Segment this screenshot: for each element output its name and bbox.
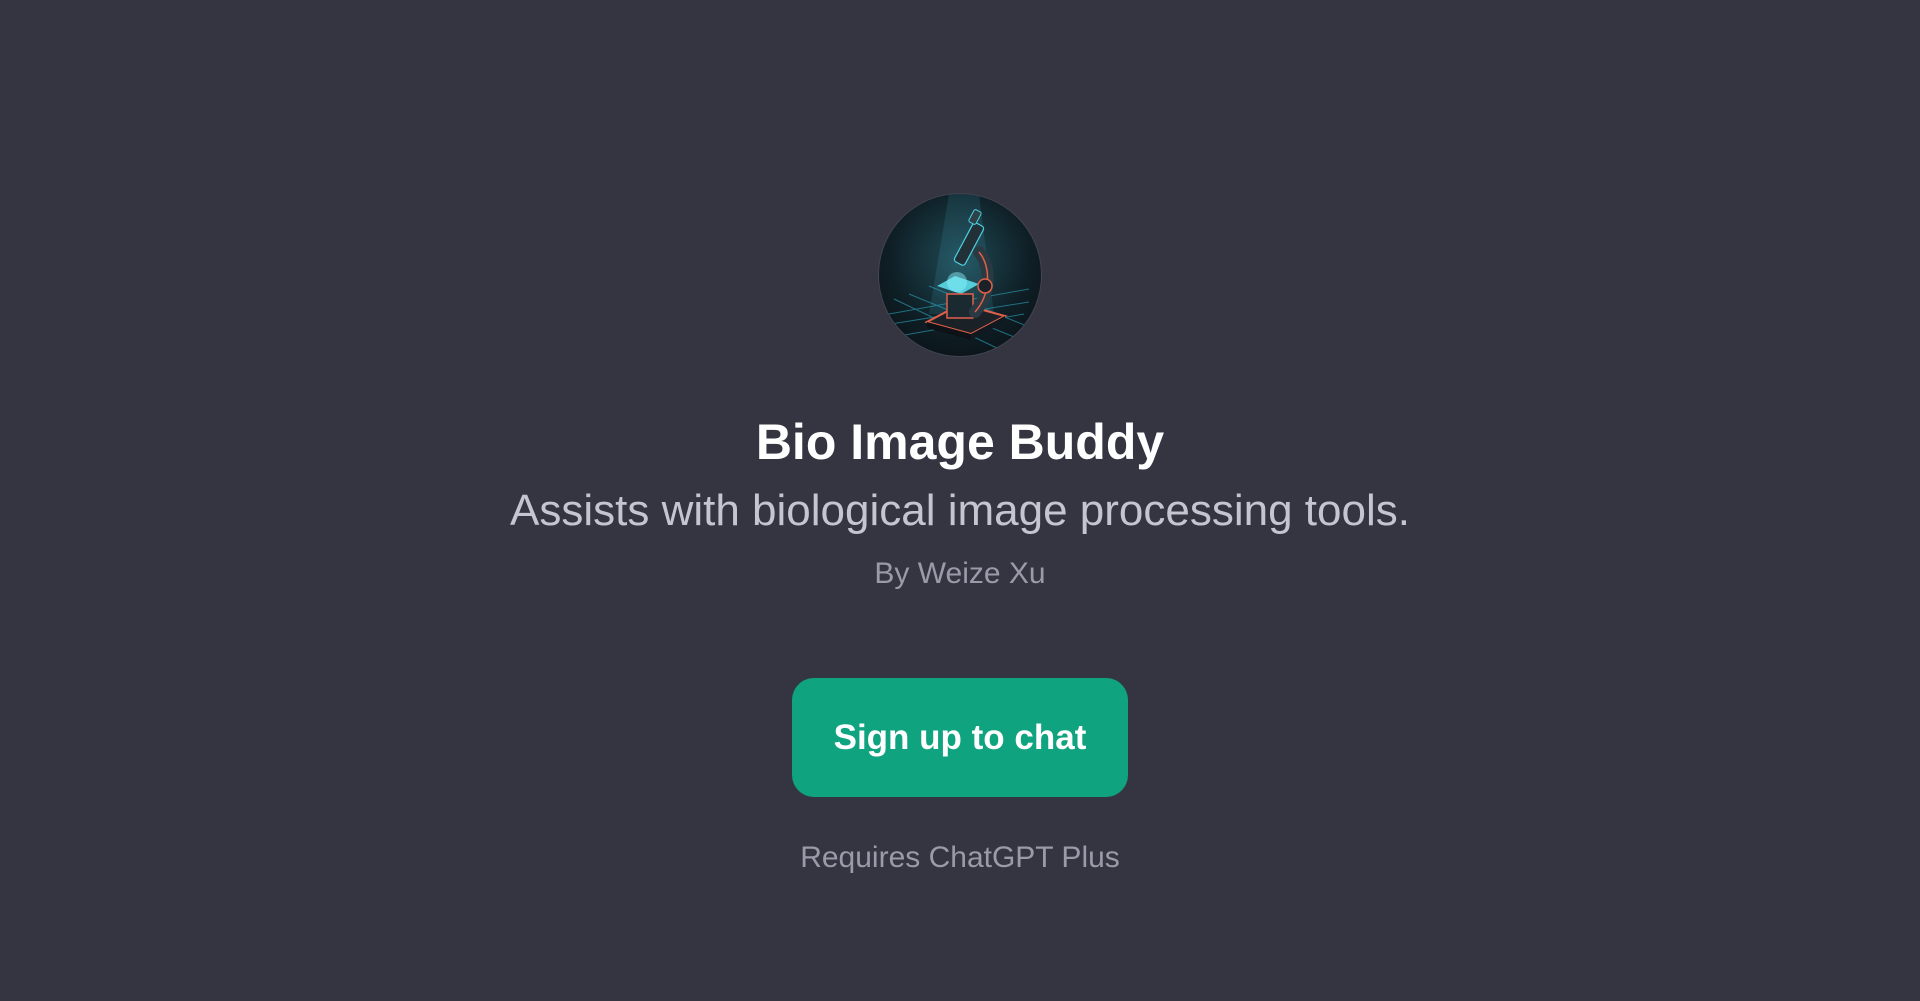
gpt-avatar <box>879 194 1041 356</box>
gpt-description: Assists with biological image processing… <box>510 486 1410 535</box>
gpt-author: By Weize Xu <box>874 557 1046 590</box>
sign-up-to-chat-button[interactable]: Sign up to chat <box>792 678 1128 797</box>
microscope-icon <box>888 194 1035 350</box>
requirement-note: Requires ChatGPT Plus <box>800 841 1120 874</box>
gpt-title: Bio Image Buddy <box>755 414 1165 470</box>
gpt-landing-page: Bio Image Buddy Assists with biological … <box>0 0 1920 1001</box>
